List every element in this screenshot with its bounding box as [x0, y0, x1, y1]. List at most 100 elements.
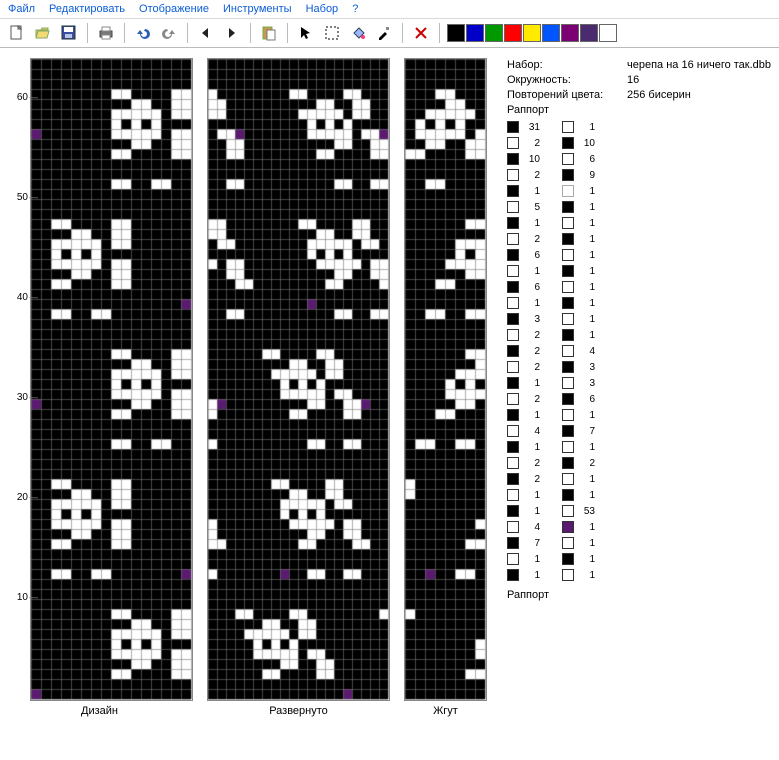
eyedropper-icon[interactable]	[373, 22, 395, 44]
workspace: 605040302010 Дизайн Развернуто Жгут Набо…	[0, 48, 779, 721]
rapport-item: 1	[507, 376, 540, 390]
open-icon[interactable]	[32, 22, 54, 44]
rapport-item: 1	[562, 280, 595, 294]
rapport-item: 2	[507, 456, 540, 470]
rapport-item: 1	[562, 328, 595, 342]
prev-icon[interactable]	[195, 22, 217, 44]
rope-column: Жгут	[404, 58, 487, 717]
delete-icon[interactable]	[410, 22, 432, 44]
rapport-item: 1	[507, 552, 540, 566]
swatch-7[interactable]	[580, 24, 598, 42]
menu-help[interactable]: ?	[352, 3, 358, 15]
swatch-3[interactable]	[504, 24, 522, 42]
menu-bar: Файл Редактировать Отображение Инструмен…	[0, 0, 779, 19]
undo-icon[interactable]	[132, 22, 154, 44]
unfolded-label: Развернуто	[269, 705, 328, 717]
rapport-table: 3121021512616132221214122114711 11069111…	[507, 120, 771, 582]
rapport-item: 2	[507, 232, 540, 246]
rope-label: Жгут	[433, 705, 458, 717]
rapport-item: 1	[507, 264, 540, 278]
rapport-item: 1	[507, 488, 540, 502]
rapport-item: 3	[507, 312, 540, 326]
menu-set[interactable]: Набор	[306, 3, 339, 15]
set-value: черепа на 16 ничего так.dbb	[627, 58, 771, 73]
rapport-item: 6	[562, 392, 595, 406]
design-grid[interactable]	[30, 58, 193, 701]
rapport-item: 3	[562, 376, 595, 390]
swatch-8[interactable]	[599, 24, 617, 42]
rapport-item: 4	[507, 424, 540, 438]
rapport-item: 1	[562, 296, 595, 310]
rapport-item: 1	[562, 520, 595, 534]
row-ruler: 605040302010	[6, 58, 30, 698]
rapport-item: 6	[507, 248, 540, 262]
bucket-icon[interactable]	[347, 22, 369, 44]
print-icon[interactable]	[95, 22, 117, 44]
rapport-item: 1	[507, 440, 540, 454]
rapport-item: 1	[562, 552, 595, 566]
rapport-item: 5	[507, 200, 540, 214]
new-icon[interactable]	[6, 22, 28, 44]
rapport-item: 1	[507, 216, 540, 230]
rapport-item: 1	[562, 568, 595, 582]
rapport-item: 1	[562, 184, 595, 198]
design-column: 605040302010 Дизайн	[6, 58, 193, 717]
menu-edit[interactable]: Редактировать	[49, 3, 125, 15]
menu-view[interactable]: Отображение	[139, 3, 209, 15]
rapport-item: 2	[507, 136, 540, 150]
rapport-item: 2	[507, 344, 540, 358]
rapport-item: 10	[507, 152, 540, 166]
swatch-2[interactable]	[485, 24, 503, 42]
rapport-item: 1	[507, 408, 540, 422]
unfolded-column: Развернуто	[207, 58, 390, 717]
swatch-5[interactable]	[542, 24, 560, 42]
rapport-item: 7	[562, 424, 595, 438]
marquee-icon[interactable]	[321, 22, 343, 44]
rapport-item: 6	[562, 152, 595, 166]
pointer-icon[interactable]	[295, 22, 317, 44]
rapport-item: 9	[562, 168, 595, 182]
rapport-item: 4	[507, 520, 540, 534]
rapport-heading: Раппорт	[507, 103, 771, 118]
rapport-item: 2	[507, 328, 540, 342]
next-icon[interactable]	[221, 22, 243, 44]
save-icon[interactable]	[58, 22, 80, 44]
circ-value: 16	[627, 73, 639, 88]
paste-icon[interactable]	[258, 22, 280, 44]
unfolded-grid[interactable]	[207, 58, 390, 701]
rapport-item: 1	[562, 488, 595, 502]
rapport-item: 6	[507, 280, 540, 294]
swatch-4[interactable]	[523, 24, 541, 42]
menu-file[interactable]: Файл	[8, 3, 35, 15]
rapport-item: 1	[562, 248, 595, 262]
rapport-item: 3	[562, 360, 595, 374]
swatch-6[interactable]	[561, 24, 579, 42]
rapport-item: 7	[507, 536, 540, 550]
rapport-item: 2	[507, 392, 540, 406]
rapport-item: 1	[562, 440, 595, 454]
rapport-item: 1	[562, 408, 595, 422]
info-panel: Набор:черепа на 16 ничего так.dbb Окружн…	[501, 58, 771, 717]
rapport-item: 31	[507, 120, 540, 134]
color-palette	[447, 24, 617, 42]
rapport-item: 1	[507, 504, 540, 518]
swatch-0[interactable]	[447, 24, 465, 42]
toolbar	[0, 19, 779, 48]
rapport-item: 4	[562, 344, 595, 358]
rapport-item: 10	[562, 136, 595, 150]
menu-tools[interactable]: Инструменты	[223, 3, 292, 15]
swatch-1[interactable]	[466, 24, 484, 42]
rapport-item: 2	[507, 168, 540, 182]
rapport-item: 1	[507, 296, 540, 310]
rapport-item: 53	[562, 504, 595, 518]
rapport-item: 2	[562, 456, 595, 470]
rep-value: 256 бисерин	[627, 88, 691, 103]
circ-label: Окружность:	[507, 73, 627, 88]
set-label: Набор:	[507, 58, 627, 73]
rapport-label: Раппорт	[507, 588, 771, 603]
rep-label: Повторений цвета:	[507, 88, 627, 103]
redo-icon[interactable]	[158, 22, 180, 44]
rapport-item: 1	[562, 536, 595, 550]
rope-grid[interactable]	[404, 58, 487, 701]
rapport-item: 1	[562, 312, 595, 326]
